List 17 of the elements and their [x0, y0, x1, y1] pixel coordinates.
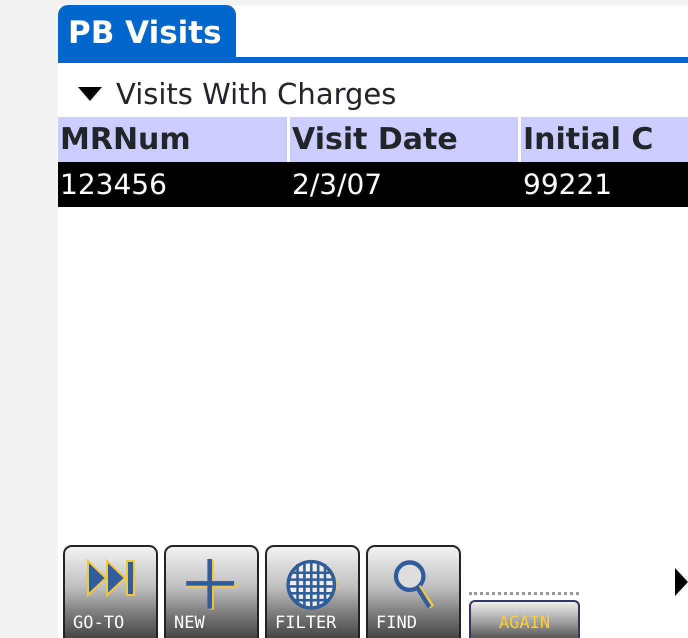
table-cell-text: 2/3/07: [291, 167, 384, 203]
table-cell-text: 99221: [522, 167, 614, 203]
toolbar-button[interactable]: FILTER: [265, 545, 360, 638]
right-arrow-icon[interactable]: [675, 568, 688, 596]
skip-forward-icon: [86, 559, 136, 597]
screen-title: PB Visits: [58, 5, 236, 57]
column-header[interactable]: Visit Date: [290, 117, 518, 162]
toolbar-button[interactable]: NEW: [164, 545, 259, 638]
dropdown-triangle-icon[interactable]: [78, 87, 102, 101]
toolbar-button[interactable]: FIND: [366, 545, 461, 638]
table-row[interactable]: 123456 2/3/07 99221: [58, 162, 688, 207]
column-header[interactable]: Initial C: [521, 117, 688, 162]
category-dropdown[interactable]: Visits With Charges: [116, 80, 396, 108]
plus-icon: [184, 559, 240, 610]
column-header[interactable]: MRNum: [58, 117, 287, 162]
table-cell-text: 123456: [59, 167, 168, 203]
toolbar-button[interactable]: GO-TO: [63, 545, 158, 638]
